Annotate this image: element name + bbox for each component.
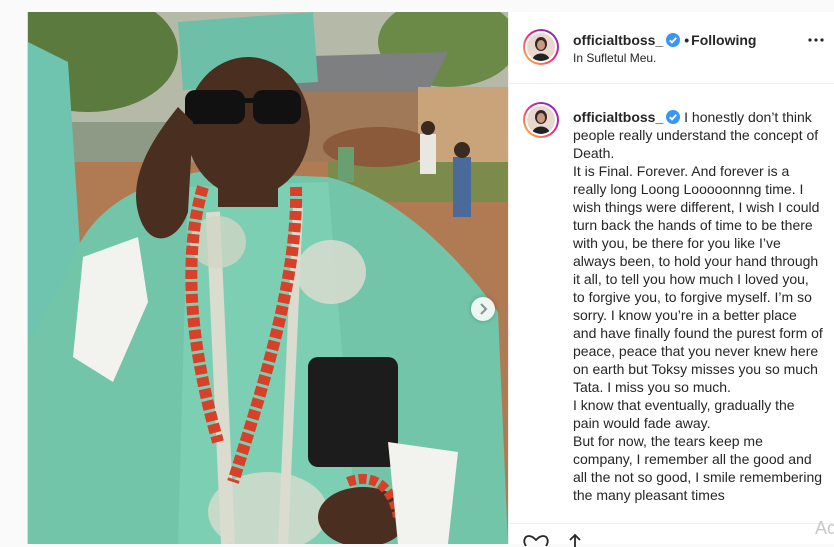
heart-icon[interactable] <box>523 533 549 547</box>
avatar[interactable] <box>523 29 559 65</box>
following-button[interactable]: Following <box>691 32 756 48</box>
avatar-image <box>527 106 555 134</box>
post-header: officialtboss_ • Following In Sufletul Meu… <box>509 12 834 84</box>
verified-badge-icon <box>666 33 681 47</box>
action-bar <box>509 523 834 547</box>
more-options-icon[interactable] <box>808 38 824 42</box>
post-image <box>28 12 508 544</box>
caption-paragraph: It is Final. Forever. And forever is a r… <box>573 163 823 395</box>
caption-paragraph: I know that eventually, gradually the pa… <box>573 397 795 431</box>
post-container: officialtboss_ • Following In Sufletul Meu… <box>27 12 834 547</box>
avatar-image <box>527 33 555 61</box>
header-separator: • <box>684 32 690 48</box>
post-side-panel: officialtboss_ • Following In Sufletul Meu… <box>508 12 834 547</box>
next-photo-button[interactable] <box>471 297 495 321</box>
caption-paragraph: But for now, the tears keep me company, … <box>573 433 823 503</box>
caption-username[interactable]: officialtboss_ <box>573 109 663 125</box>
post-photo[interactable] <box>28 12 508 544</box>
activate-windows-watermark: Ac <box>815 518 834 538</box>
chevron-right-icon <box>480 303 488 315</box>
share-icon[interactable] <box>567 533 583 547</box>
post-caption: officialtboss_ I honestly don’t think pe… <box>573 108 823 504</box>
location-link[interactable]: In Sufletul Meu. <box>573 51 656 65</box>
verified-badge-icon <box>666 110 681 124</box>
header-user-line: officialtboss_ • Following <box>573 32 756 48</box>
header-username[interactable]: officialtboss_ <box>573 32 663 48</box>
caption-avatar[interactable] <box>523 102 559 138</box>
